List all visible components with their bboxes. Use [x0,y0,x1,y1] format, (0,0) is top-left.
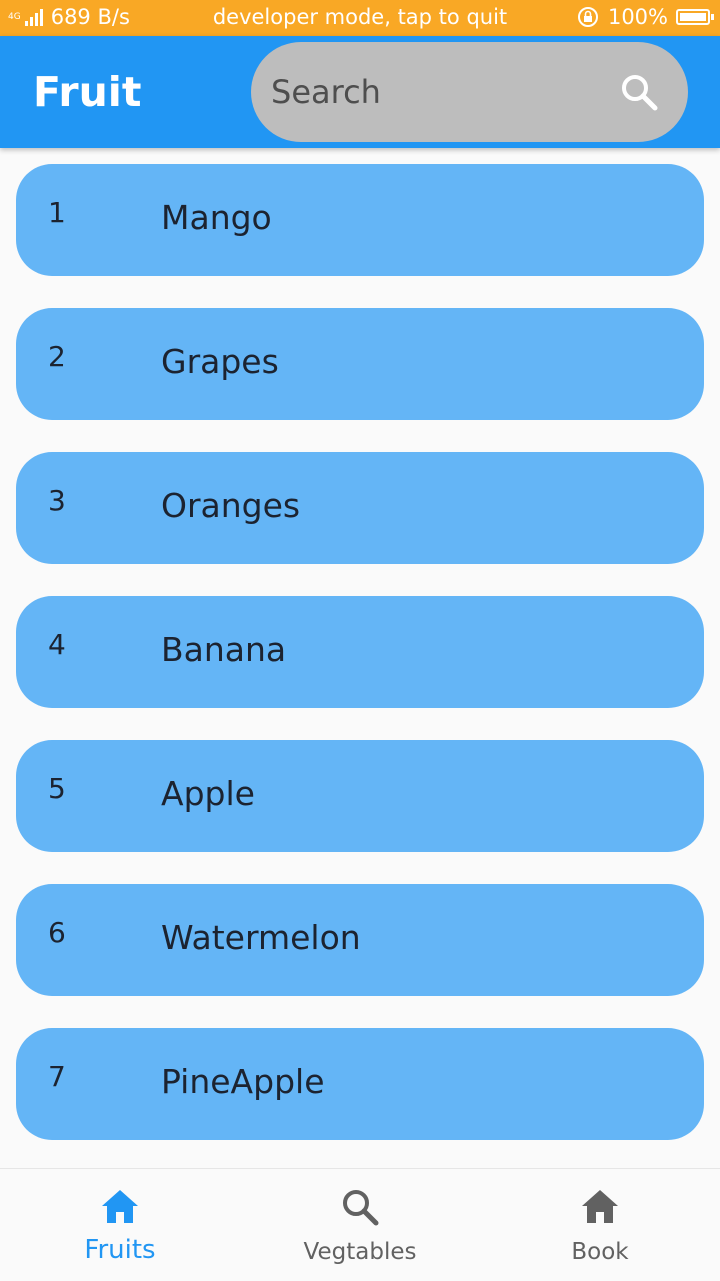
item-name: Oranges [161,486,301,525]
item-name: Watermelon [161,918,361,957]
list-item[interactable]: 7 PineApple [16,1028,704,1140]
item-name: PineApple [161,1062,325,1101]
list-item[interactable]: 6 Watermelon [16,884,704,996]
battery-icon [676,9,714,25]
list-item[interactable]: 3 Oranges [16,452,704,564]
item-number: 2 [48,340,66,373]
status-bar: 4G 689 B/s developer mode, tap to quit 1… [0,0,720,36]
page-title: Fruit [33,68,142,116]
list-item[interactable]: 1 Mango [16,164,704,276]
list-item[interactable]: 4 Banana [16,596,704,708]
nav-label-book: Book [571,1239,629,1265]
item-name: Apple [161,774,255,813]
home-icon [582,1190,618,1223]
nav-item-book[interactable]: Book [480,1169,720,1281]
nav-item-vegtables[interactable]: Vegtables [240,1169,480,1281]
search-icon [343,1190,379,1226]
item-number: 3 [48,484,66,517]
home-icon [102,1190,138,1223]
list-item[interactable]: 5 Apple [16,740,704,852]
item-number: 6 [48,916,66,949]
status-right: 100% [576,5,714,29]
item-number: 5 [48,772,66,805]
fruit-list: 1 Mango 2 Grapes 3 Oranges 4 Banana 5 Ap… [16,164,704,1172]
nav-label-vegtables: Vegtables [303,1239,417,1265]
item-number: 4 [48,628,66,661]
search-field[interactable] [251,42,688,142]
bottom-navigation: Fruits Vegtables Book [0,1168,720,1281]
list-item[interactable]: 2 Grapes [16,308,704,420]
item-name: Mango [161,198,272,237]
item-name: Banana [161,630,287,669]
item-number: 7 [48,1060,66,1093]
app-bar: Fruit [0,36,720,148]
nav-label-fruits: Fruits [84,1235,156,1265]
search-input[interactable] [271,64,601,120]
search-icon[interactable] [619,72,659,112]
item-name: Grapes [161,342,279,381]
battery-percent: 100% [607,5,668,29]
rotation-lock-icon [577,7,598,27]
nav-item-fruits[interactable]: Fruits [0,1169,240,1281]
item-number: 1 [48,196,66,229]
